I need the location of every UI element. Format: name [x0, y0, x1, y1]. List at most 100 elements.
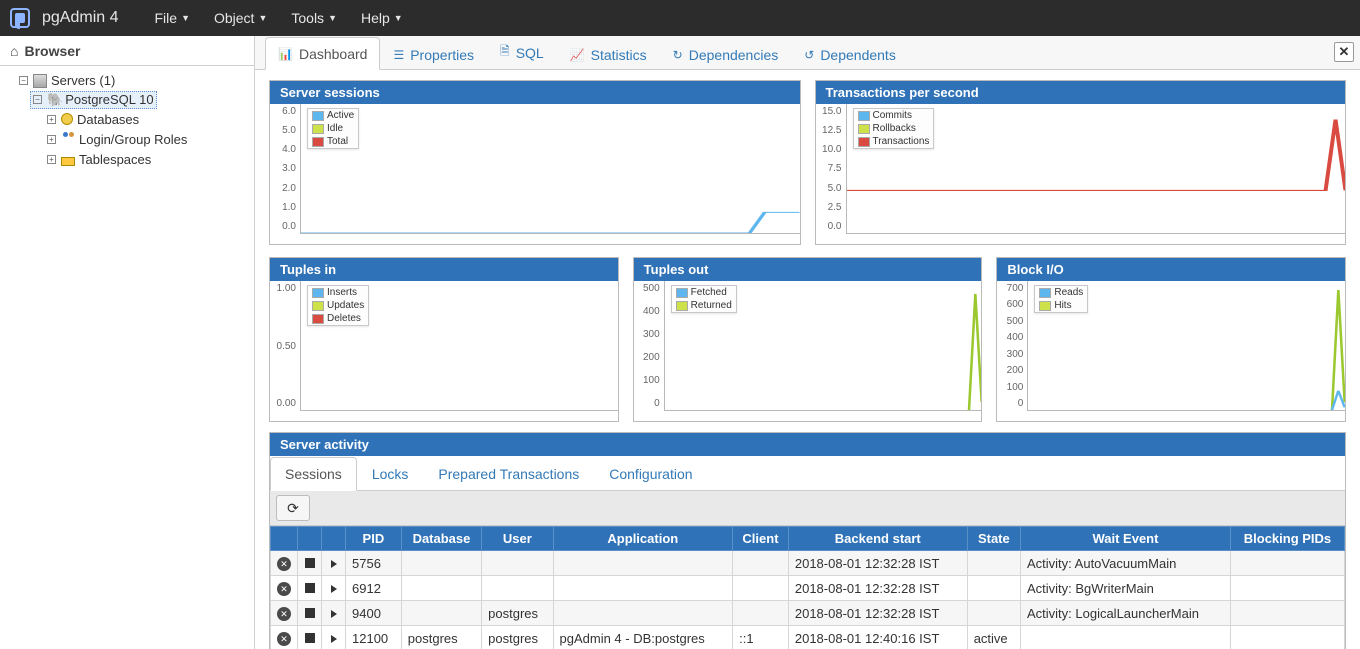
cell-client [733, 601, 789, 626]
server-activity-panel: Server activity Sessions Locks Prepared … [269, 432, 1346, 649]
cell-user: postgres [482, 626, 553, 649]
activity-tab-prepared[interactable]: Prepared Transactions [423, 457, 594, 491]
object-tree: − Servers (1) − 🐘 PostgreSQL 10 [0, 66, 254, 649]
properties-icon: ☰ [393, 48, 404, 62]
cell-app [553, 601, 733, 626]
menu-object[interactable]: Object▼ [208, 6, 273, 30]
tab-properties[interactable]: ☰Properties [380, 38, 487, 70]
cancel-icon[interactable] [305, 608, 315, 618]
cell-block [1230, 626, 1344, 649]
activity-tabs: Sessions Locks Prepared Transactions Con… [270, 456, 1345, 491]
col-header[interactable] [271, 527, 298, 551]
dependents-icon: ↺ [804, 48, 814, 62]
cell-db: postgres [401, 626, 481, 649]
expand-icon[interactable]: + [47, 155, 56, 164]
panel-close-button[interactable]: ✕ [1334, 42, 1354, 62]
menu-file[interactable]: File▼ [149, 6, 196, 30]
collapse-icon[interactable]: − [33, 95, 42, 104]
tab-label: Dashboard [299, 46, 368, 62]
col-header[interactable]: Backend start [788, 527, 967, 551]
table-row[interactable]: ✕69122018-08-01 12:32:28 ISTActivity: Bg… [271, 576, 1345, 601]
cell-wait: Activity: LogicalLauncherMain [1020, 601, 1230, 626]
tree-label: Tablespaces [79, 152, 151, 167]
terminate-icon[interactable]: ✕ [277, 582, 291, 596]
chart-legend: CommitsRollbacksTransactions [853, 108, 935, 149]
cell-block [1230, 551, 1344, 576]
cancel-icon[interactable] [305, 633, 315, 643]
expand-row-icon[interactable] [331, 635, 337, 643]
menu-tools[interactable]: Tools▼ [285, 6, 343, 30]
caret-down-icon: ▼ [258, 13, 267, 23]
tree-roles[interactable]: + Login/Group Roles [44, 131, 190, 148]
activity-tab-locks[interactable]: Locks [357, 457, 424, 491]
top-menubar: pgAdmin 4 File▼ Object▼ Tools▼ Help▼ [0, 0, 1360, 36]
cancel-icon[interactable] [305, 583, 315, 593]
browser-header: ⌂ Browser [0, 36, 254, 66]
tree-servers-group[interactable]: − Servers (1) [16, 72, 118, 89]
tab-dependencies[interactable]: ↻Dependencies [660, 38, 792, 70]
chart-block-io: Block I/O 7006005004003002001000 ReadsHi… [996, 257, 1346, 422]
col-header[interactable]: User [482, 527, 553, 551]
expand-row-icon[interactable] [331, 585, 337, 593]
tab-dashboard[interactable]: 📊Dashboard [265, 37, 380, 70]
menu-help[interactable]: Help▼ [355, 6, 409, 30]
tree-tablespaces[interactable]: + Tablespaces [44, 151, 154, 168]
expand-icon[interactable]: + [47, 115, 56, 124]
panel-title: Transactions per second [816, 81, 1346, 104]
col-header[interactable]: State [967, 527, 1020, 551]
activity-tab-sessions[interactable]: Sessions [270, 457, 357, 491]
cell-user [482, 576, 553, 601]
terminate-icon[interactable]: ✕ [277, 607, 291, 621]
server-group-icon [33, 74, 47, 88]
cell-db [401, 576, 481, 601]
chart-tuples-out: Tuples out 5004003002001000 FetchedRetur… [633, 257, 983, 422]
y-axis: 5004003002001000 [634, 281, 664, 421]
expand-icon[interactable]: + [47, 135, 56, 144]
app-title: pgAdmin 4 [42, 9, 119, 27]
terminate-icon[interactable]: ✕ [277, 632, 291, 646]
terminate-icon[interactable]: ✕ [277, 557, 291, 571]
cell-start: 2018-08-01 12:32:28 IST [788, 576, 967, 601]
tree-label: Databases [77, 112, 139, 127]
tree-server-postgresql[interactable]: − 🐘 PostgreSQL 10 [30, 91, 157, 109]
content-area: ✕ 📊Dashboard ☰Properties 🗎SQL 📈Statistic… [255, 36, 1360, 649]
table-row[interactable]: ✕57562018-08-01 12:32:28 ISTActivity: Au… [271, 551, 1345, 576]
col-header[interactable]: Database [401, 527, 481, 551]
col-header[interactable]: PID [346, 527, 402, 551]
tab-label: SQL [516, 45, 544, 61]
cancel-icon[interactable] [305, 558, 315, 568]
cell-start: 2018-08-01 12:32:28 IST [788, 601, 967, 626]
cell-pid: 6912 [346, 576, 402, 601]
tree-label: Servers (1) [51, 73, 115, 88]
table-row[interactable]: ✕9400postgres2018-08-01 12:32:28 ISTActi… [271, 601, 1345, 626]
tree-databases[interactable]: + Databases [44, 111, 142, 128]
cell-client: ::1 [733, 626, 789, 649]
col-header[interactable]: Wait Event [1020, 527, 1230, 551]
chart-legend: InsertsUpdatesDeletes [307, 285, 369, 326]
tree-label: Login/Group Roles [79, 132, 187, 147]
dependencies-icon: ↻ [673, 48, 683, 62]
chart-tuples-in: Tuples in 1.000.500.00 InsertsUpdatesDel… [269, 257, 619, 422]
col-header[interactable] [322, 527, 346, 551]
tab-dependents[interactable]: ↺Dependents [791, 38, 909, 70]
expand-row-icon[interactable] [331, 560, 337, 568]
tab-sql[interactable]: 🗎SQL [487, 36, 557, 70]
tablespace-icon [61, 157, 75, 166]
col-header[interactable]: Client [733, 527, 789, 551]
cell-app: pgAdmin 4 - DB:postgres [553, 626, 733, 649]
col-header[interactable]: Application [553, 527, 733, 551]
roles-icon [61, 132, 75, 146]
col-header[interactable] [298, 527, 322, 551]
tab-statistics[interactable]: 📈Statistics [557, 38, 660, 70]
cell-pid: 5756 [346, 551, 402, 576]
chart-legend: ReadsHits [1034, 285, 1088, 313]
col-header[interactable]: Blocking PIDs [1230, 527, 1344, 551]
activity-tab-configuration[interactable]: Configuration [594, 457, 707, 491]
plot-area: ActiveIdleTotal [300, 104, 800, 234]
refresh-button[interactable]: ⟳ [276, 495, 310, 521]
browser-title: Browser [24, 43, 80, 59]
panel-title: Tuples out [634, 258, 982, 281]
collapse-icon[interactable]: − [19, 76, 28, 85]
table-row[interactable]: ✕12100postgrespostgrespgAdmin 4 - DB:pos… [271, 626, 1345, 649]
expand-row-icon[interactable] [331, 610, 337, 618]
